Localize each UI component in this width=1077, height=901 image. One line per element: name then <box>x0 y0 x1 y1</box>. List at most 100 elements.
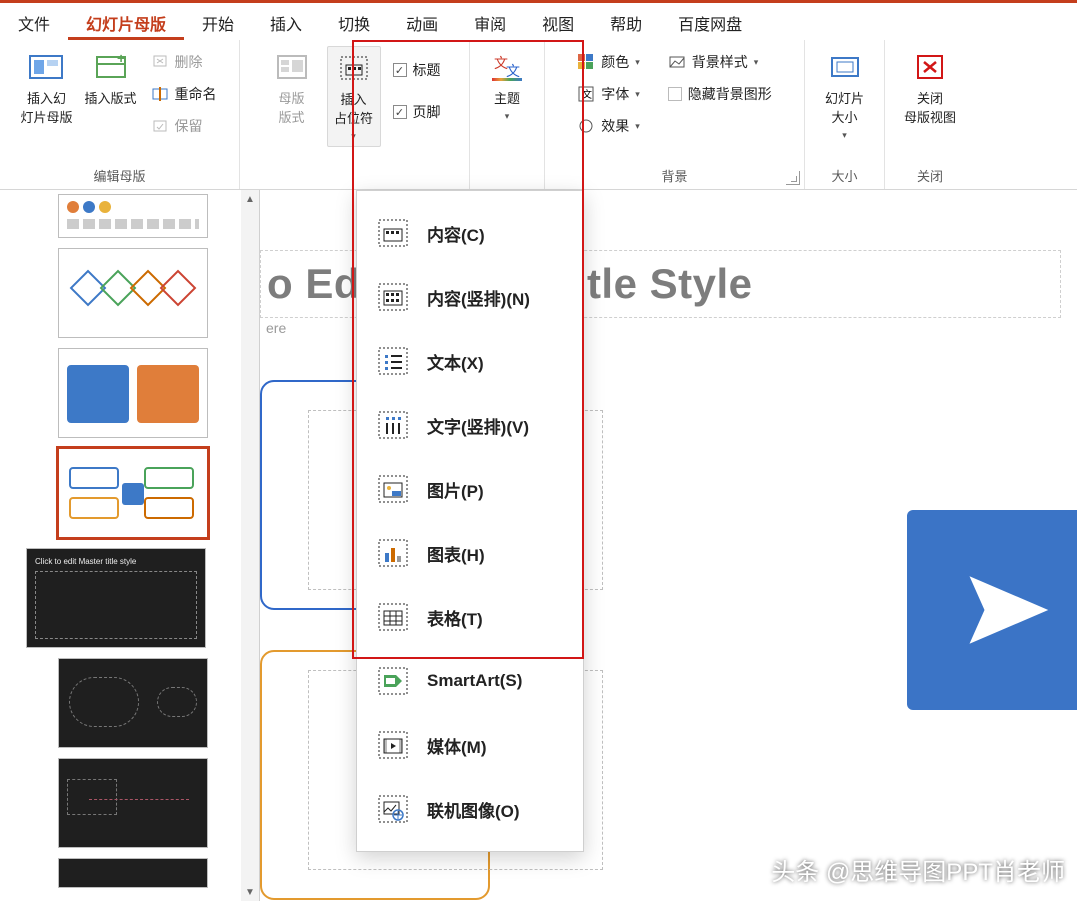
chart-icon <box>377 537 409 569</box>
menu-picture-label: 图片(P) <box>427 477 484 502</box>
menu-online-image[interactable]: 联机图像(O) <box>357 777 583 841</box>
slide-size-icon <box>828 50 862 84</box>
chevron-down-icon: ▾ <box>842 130 847 141</box>
slide-size-button[interactable]: 幻灯片 大小 ▾ <box>818 46 872 145</box>
picture-icon <box>377 473 409 505</box>
colors-button[interactable]: 颜色▾ <box>573 50 644 74</box>
insert-slide-master-button[interactable]: 插入幻 灯片母版 <box>18 46 74 130</box>
slide-master-icon <box>29 50 63 84</box>
close-group-label: 关闭 <box>917 162 943 187</box>
master-thumb-title: Click to edit Master title style <box>35 557 136 566</box>
chevron-down-icon: ▾ <box>505 111 510 122</box>
edit-master-group-label: 编辑母版 <box>93 162 145 187</box>
table-icon <box>377 601 409 633</box>
themes-button[interactable]: 文文 主题 ▾ <box>480 46 534 126</box>
ribbon-group-close: 关闭 母版视图 关闭 <box>885 40 975 189</box>
menu-text-vertical-label: 文字(竖排)(V) <box>427 413 529 438</box>
size-group-label: 大小 <box>831 162 857 187</box>
fonts-icon: 文 <box>577 85 595 103</box>
insert-slide-master-label: 插入幻 灯片母版 <box>20 88 72 126</box>
menu-text-label: 文本(X) <box>427 349 484 374</box>
hide-bg-checkbox[interactable]: 隐藏背景图形 <box>664 82 776 106</box>
menu-smartart-label: SmartArt(S) <box>427 671 522 691</box>
menu-content[interactable]: 内容(C) <box>357 201 583 265</box>
menu-smartart[interactable]: SmartArt(S) <box>357 649 583 713</box>
center-icon-tile <box>907 510 1077 710</box>
master-layout-label: 母版 版式 <box>278 88 304 126</box>
tab-help[interactable]: 帮助 <box>592 3 660 40</box>
text-icon <box>377 345 409 377</box>
tab-view[interactable]: 视图 <box>524 3 592 40</box>
chevron-down-icon: ▾ <box>351 131 356 142</box>
tab-file[interactable]: 文件 <box>0 3 68 40</box>
layout-thumb[interactable] <box>58 858 208 888</box>
insert-layout-label: 插入版式 <box>85 88 137 107</box>
scroll-up-icon[interactable]: ▲ <box>241 190 259 208</box>
tab-animations[interactable]: 动画 <box>388 3 456 40</box>
insert-placeholder-menu: 内容(C) 内容(竖排)(N) 文本(X) 文字(竖排)(V) 图片(P) 图表… <box>356 190 584 852</box>
preserve-label: 保留 <box>175 116 203 136</box>
preserve-button[interactable]: 保留 <box>147 114 221 138</box>
scroll-down-icon[interactable]: ▼ <box>241 883 259 901</box>
themes-icon: 文文 <box>490 50 524 84</box>
smartart-icon <box>377 665 409 697</box>
content-vertical-icon <box>377 281 409 313</box>
hide-bg-label: 隐藏背景图形 <box>688 84 772 104</box>
tab-home[interactable]: 开始 <box>184 3 252 40</box>
rename-icon <box>151 85 169 103</box>
slide-size-label: 幻灯片 大小 <box>825 88 864 126</box>
title-checkbox[interactable]: ✓ 标题 <box>389 58 445 82</box>
placeholder-icon <box>337 51 371 85</box>
fonts-button[interactable]: 文 字体▾ <box>573 82 644 106</box>
fonts-label: 字体 <box>601 84 629 104</box>
tab-slide-master[interactable]: 幻灯片母版 <box>68 3 184 40</box>
menu-media[interactable]: 媒体(M) <box>357 713 583 777</box>
menu-content-vertical[interactable]: 内容(竖排)(N) <box>357 265 583 329</box>
watermark: 头条 @思维导图PPT肖老师 <box>771 852 1065 887</box>
menu-text[interactable]: 文本(X) <box>357 329 583 393</box>
menu-content-label: 内容(C) <box>427 221 485 246</box>
close-master-button[interactable]: 关闭 母版视图 <box>902 46 958 130</box>
ribbon: 插入幻 灯片母版 + 插入版式 删除 重命名 保留 <box>0 40 1077 190</box>
paper-plane-icon <box>962 565 1052 655</box>
layout-thumb[interactable] <box>58 758 208 848</box>
tab-insert[interactable]: 插入 <box>252 3 320 40</box>
svg-text:+: + <box>117 52 125 66</box>
effects-button[interactable]: 效果▾ <box>573 114 644 138</box>
menu-chart[interactable]: 图表(H) <box>357 521 583 585</box>
layout-thumb[interactable] <box>58 194 208 238</box>
thumbnail-scrollbar[interactable]: ▲ ▼ <box>241 190 259 901</box>
preserve-icon <box>151 117 169 135</box>
layout-thumb[interactable] <box>58 658 208 748</box>
effects-label: 效果 <box>601 116 629 136</box>
tab-transitions[interactable]: 切换 <box>320 3 388 40</box>
ribbon-group-themes: 文文 主题 ▾ <box>470 40 545 189</box>
insert-layout-button[interactable]: + 插入版式 <box>83 46 139 111</box>
layout-thumb[interactable] <box>58 348 208 438</box>
bg-styles-button[interactable]: 背景样式▾ <box>664 50 776 74</box>
master-thumb[interactable]: Click to edit Master title style <box>26 548 206 648</box>
layout-thumb[interactable] <box>58 248 208 338</box>
dialog-launcher-icon[interactable] <box>786 171 800 185</box>
master-layout-icon <box>275 50 309 84</box>
menu-table[interactable]: 表格(T) <box>357 585 583 649</box>
delete-button[interactable]: 删除 <box>147 50 221 74</box>
media-icon <box>377 729 409 761</box>
master-layout-button[interactable]: 母版 版式 <box>265 46 319 130</box>
insert-placeholder-button[interactable]: 插入 占位符 ▾ <box>327 46 381 147</box>
thumbnail-pane: 2 Click to edit Master title style ▲ ▼ <box>0 190 260 901</box>
delete-icon <box>151 53 169 71</box>
footer-checkbox[interactable]: ✓ 页脚 <box>389 100 445 124</box>
rename-button[interactable]: 重命名 <box>147 82 221 106</box>
ribbon-group-size: 幻灯片 大小 ▾ 大小 <box>805 40 885 189</box>
tab-review[interactable]: 审阅 <box>456 3 524 40</box>
tab-baidu[interactable]: 百度网盘 <box>660 3 760 40</box>
bg-styles-label: 背景样式 <box>692 52 748 72</box>
checkbox-checked-icon: ✓ <box>393 105 407 119</box>
menu-picture[interactable]: 图片(P) <box>357 457 583 521</box>
menu-text-vertical[interactable]: 文字(竖排)(V) <box>357 393 583 457</box>
menu-media-label: 媒体(M) <box>427 733 486 758</box>
menu-chart-label: 图表(H) <box>427 541 485 566</box>
layout-thumb-selected[interactable] <box>58 448 208 538</box>
title-chk-label: 标题 <box>413 60 441 80</box>
